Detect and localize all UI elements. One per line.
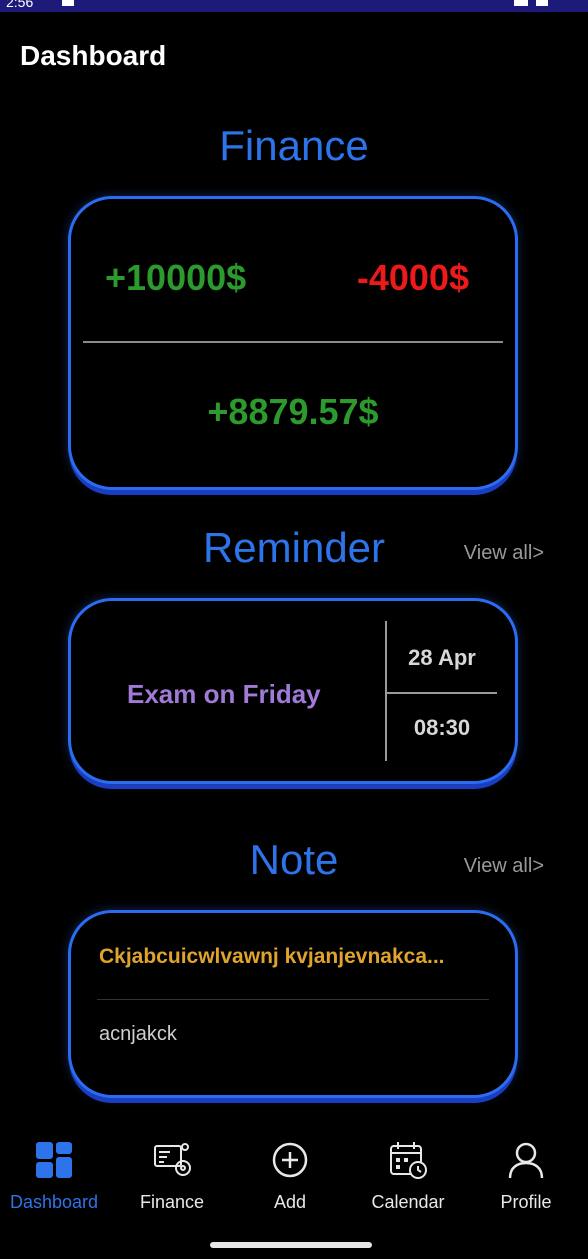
nav-dashboard-label: Dashboard xyxy=(9,1192,99,1212)
note-title: Ckjabcuicwlvawnj kvjanjevnakca... xyxy=(99,945,445,968)
nav-profile[interactable]: Profile xyxy=(467,1140,585,1213)
profile-icon xyxy=(508,1142,544,1179)
reminder-view-all-link[interactable]: View all> xyxy=(464,542,544,565)
reminder-time: 08:30 xyxy=(413,715,471,740)
expense-amount: -4000$ xyxy=(356,257,469,298)
note-divider xyxy=(97,999,489,1000)
reminder-text: Exam on Friday xyxy=(127,679,321,709)
notification-icon xyxy=(62,0,74,6)
status-time: 2:56 xyxy=(6,0,34,10)
note-body: acnjakck xyxy=(99,1023,177,1045)
battery-icon xyxy=(536,0,548,6)
finance-divider xyxy=(83,341,503,343)
note-view-all-link[interactable]: View all> xyxy=(464,855,544,878)
reminder-divider-horizontal xyxy=(387,692,497,694)
nav-finance[interactable]: Finance xyxy=(113,1140,231,1213)
bottom-nav: Dashboard Finance Add Calendar Profile xyxy=(0,1140,588,1230)
nav-calendar[interactable]: Calendar xyxy=(349,1140,467,1213)
balance-amount: +8879.57$ xyxy=(207,391,379,432)
nav-add[interactable]: Add xyxy=(231,1140,349,1213)
home-indicator[interactable] xyxy=(210,1242,372,1248)
reminder-card[interactable]: Exam on Friday 28 Apr 08:30 xyxy=(68,598,518,784)
note-card[interactable]: Ckjabcuicwlvawnj kvjanjevnakca... acnjak… xyxy=(68,910,518,1098)
calendar-icon xyxy=(390,1142,427,1179)
nav-finance-label: Finance xyxy=(139,1192,205,1212)
add-icon xyxy=(272,1142,308,1178)
status-bar: 2:56 xyxy=(0,0,588,12)
nav-calendar-label: Calendar xyxy=(371,1192,445,1212)
finance-icon xyxy=(154,1143,191,1176)
reminder-date: 28 Apr xyxy=(408,645,476,670)
finance-section-title: Finance xyxy=(219,122,369,169)
dashboard-icon xyxy=(36,1142,72,1178)
nav-add-label: Add xyxy=(273,1192,307,1212)
nav-dashboard[interactable]: Dashboard xyxy=(0,1140,113,1213)
finance-card[interactable]: +10000$ -4000$ +8879.57$ xyxy=(68,196,518,490)
income-amount: +10000$ xyxy=(105,257,247,298)
nav-profile-label: Profile xyxy=(500,1192,552,1212)
signal-icon xyxy=(514,0,528,6)
page-title: Dashboard xyxy=(20,40,167,71)
